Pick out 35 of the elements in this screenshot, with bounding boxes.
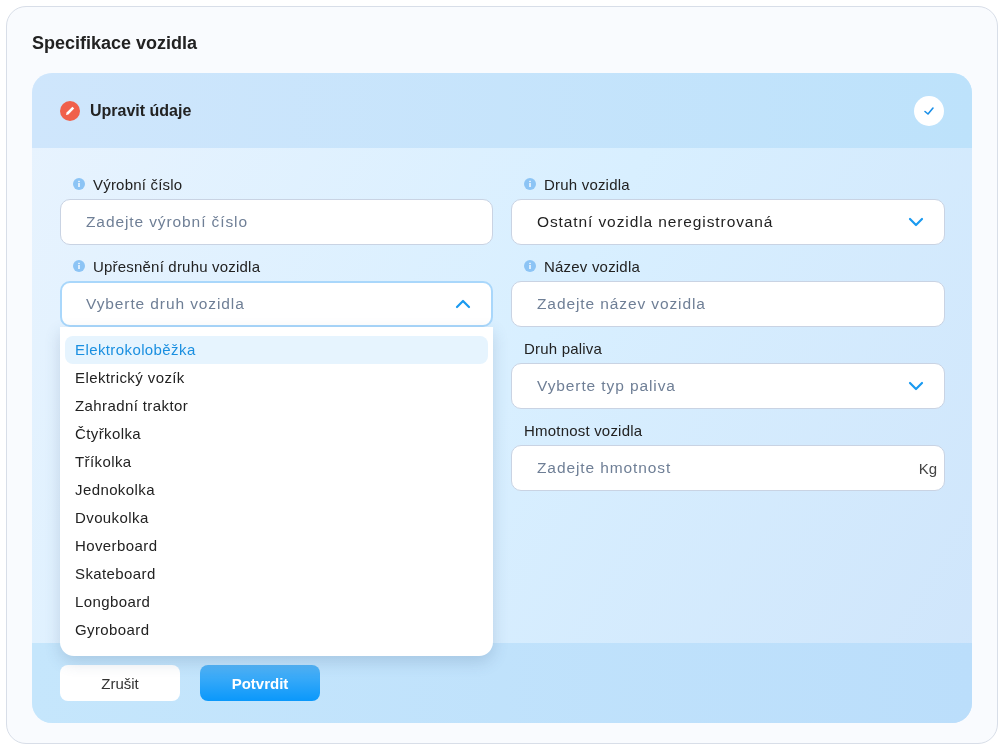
field-label: Druh paliva	[524, 339, 603, 357]
dropdown-option[interactable]: Elektrický vozík	[65, 364, 488, 392]
info-icon	[73, 178, 85, 190]
chevron-down-icon	[908, 217, 924, 227]
input-field[interactable]: Zadejte název vozidla	[511, 281, 945, 327]
page-title: Specifikace vozidla	[32, 32, 199, 55]
dropdown-option[interactable]: Gyroboard	[65, 616, 488, 644]
select-field[interactable]: Vyberte druh vozidla	[60, 281, 493, 327]
confirm-check-button[interactable]	[914, 95, 944, 126]
select-field[interactable]: Ostatní vozidla neregistrovaná	[511, 199, 945, 245]
panel-title: Upravit údaje	[90, 101, 193, 120]
dropdown-option[interactable]: Longboard	[65, 588, 488, 616]
info-icon	[524, 260, 536, 272]
select-field[interactable]: Vyberte typ paliva	[511, 363, 945, 409]
chevron-down-icon	[908, 381, 924, 391]
dropdown-option[interactable]: Dvoukolka	[65, 504, 488, 532]
dropdown-option[interactable]: Jednokolka	[65, 476, 488, 504]
info-icon	[524, 178, 536, 190]
field-label: Hmotnost vozidla	[524, 421, 643, 439]
dropdown-option[interactable]: Skateboard	[65, 560, 488, 588]
dropdown-option[interactable]: Zahradní traktor	[65, 392, 488, 420]
input-field[interactable]: Zadejte hmotnost Kg	[511, 445, 945, 491]
field-label: Druh vozidla	[544, 175, 630, 193]
field-label: Upřesnění druhu vozidla	[93, 257, 261, 275]
cancel-button[interactable]: Zrušit	[60, 665, 180, 701]
dropdown-option[interactable]: Hoverboard	[65, 532, 488, 560]
field-label: Název vozidla	[544, 257, 640, 275]
chevron-up-icon	[455, 299, 471, 309]
dropdown-option[interactable]: Čtyřkolka	[65, 420, 488, 448]
field-label: Výrobní číslo	[93, 175, 183, 193]
pencil-icon	[60, 100, 80, 121]
input-field[interactable]: Zadejte výrobní číslo	[60, 199, 493, 245]
info-icon	[73, 260, 85, 272]
unit-label: Kg	[918, 459, 937, 477]
dropdown-option[interactable]: Tříkolka	[65, 448, 488, 476]
